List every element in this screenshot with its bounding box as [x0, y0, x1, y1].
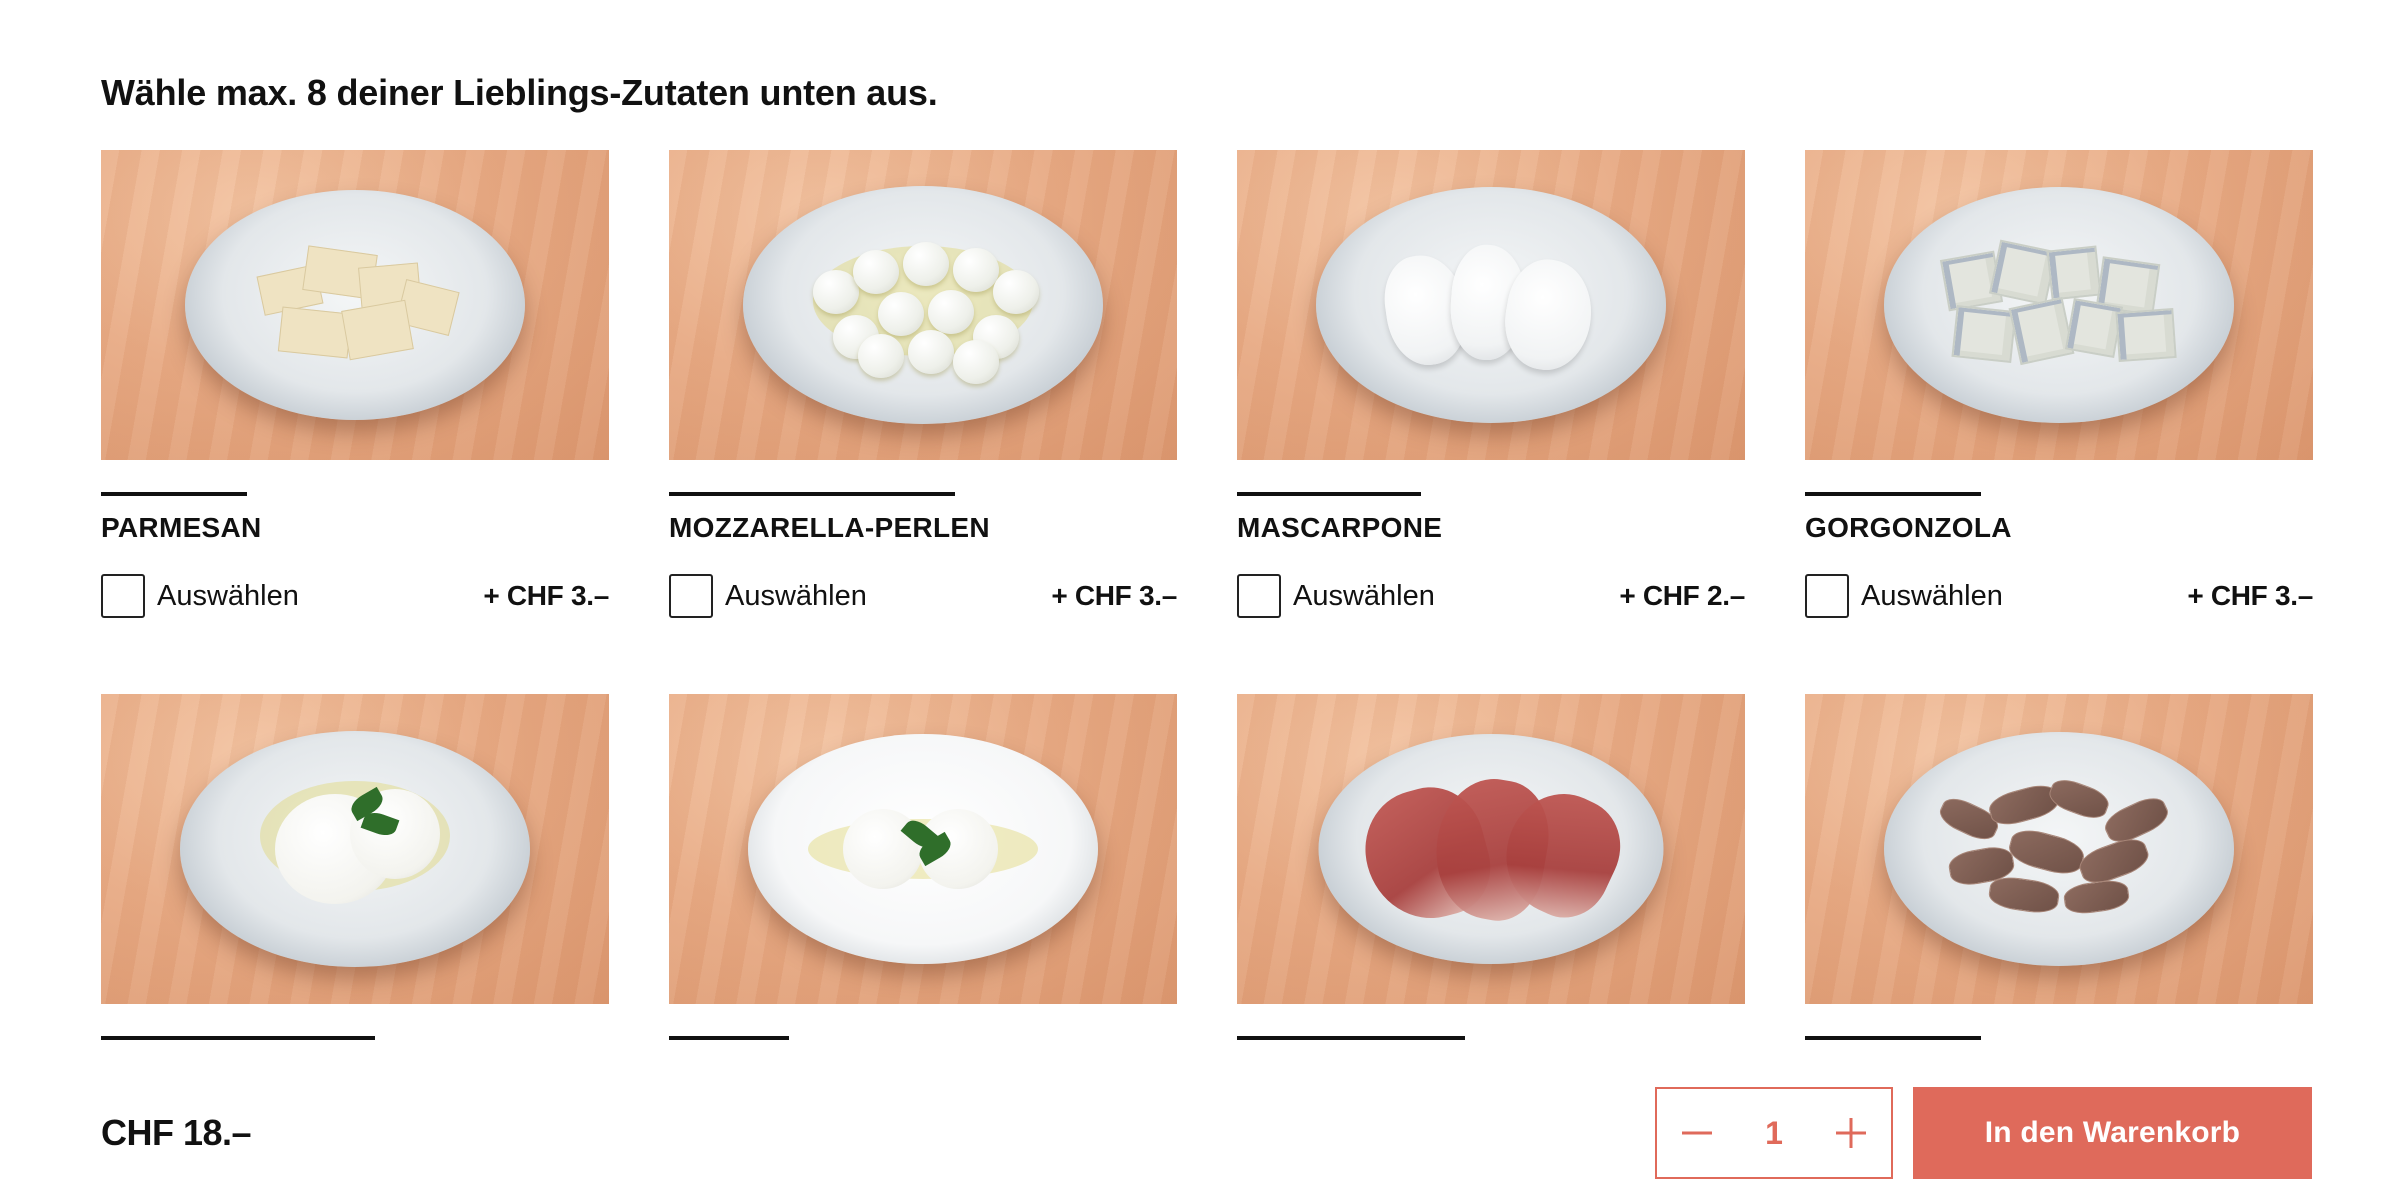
ingredient-card-veal [1805, 694, 2313, 1040]
title-rule [669, 1036, 789, 1040]
ingredient-photo [669, 694, 1177, 1004]
add-to-cart-button[interactable]: In den Warenkorb [1913, 1087, 2312, 1179]
ingredient-price: + CHF 3.– [1051, 580, 1177, 611]
ingredient-price: + CHF 3.– [2187, 580, 2313, 611]
select-label[interactable]: Auswählen [1861, 580, 2003, 613]
title-rule [1805, 1036, 1981, 1040]
select-row: Auswählen + CHF 2.– [1237, 574, 1745, 618]
title-rule [669, 492, 955, 496]
ingredient-photo [1237, 694, 1745, 1004]
ingredient-photo [1805, 694, 2313, 1004]
ingredient-name: MOZZARELLA-PERLEN [669, 512, 990, 543]
total-price: CHF 18.– [101, 1112, 252, 1153]
increment-button[interactable] [1811, 1089, 1891, 1177]
checkout-bar: CHF 18.– 1 In den Warenkorb [0, 1060, 2400, 1200]
ingredient-name: PARMESAN [101, 512, 262, 543]
page-heading: Wähle max. 8 deiner Lieblings-Zutaten un… [101, 72, 938, 113]
select-checkbox[interactable] [1805, 574, 1849, 618]
ingredient-price: + CHF 2.– [1619, 580, 1745, 611]
select-row: Auswählen + CHF 3.– [1805, 574, 2313, 618]
quantity-value[interactable]: 1 [1744, 1115, 1804, 1152]
ingredient-card-mascarpone: MASCARPONE Auswählen + CHF 2.– [1237, 150, 1745, 618]
ingredient-photo [669, 150, 1177, 460]
select-label[interactable]: Auswählen [1293, 580, 1435, 613]
select-checkbox[interactable] [101, 574, 145, 618]
title-rule [1805, 492, 1981, 496]
ingredient-price: + CHF 3.– [483, 580, 609, 611]
title-rule [1237, 1036, 1465, 1040]
select-label[interactable]: Auswählen [157, 580, 299, 613]
ingredient-card-prosciutto [1237, 694, 1745, 1040]
ingredient-selection-page: Wähle max. 8 deiner Lieblings-Zutaten un… [0, 0, 2400, 1200]
ingredient-card-gorgonzola: GORGONZOLA Auswählen + CHF 3.– [1805, 150, 2313, 618]
ingredient-name: MASCARPONE [1237, 512, 1443, 543]
title-rule [101, 492, 247, 496]
ingredient-card-burrata [669, 694, 1177, 1040]
ingredient-name: GORGONZOLA [1805, 512, 2012, 543]
ingredient-card-buffalo-mozzarella [101, 694, 609, 1040]
title-rule [101, 1036, 375, 1040]
select-checkbox[interactable] [1237, 574, 1281, 618]
decrement-button[interactable] [1657, 1089, 1737, 1177]
select-label[interactable]: Auswählen [725, 580, 867, 613]
ingredient-card-parmesan: PARMESAN Auswählen + CHF 3.– [101, 150, 609, 618]
title-rule [1237, 492, 1421, 496]
plus-icon [1836, 1118, 1866, 1148]
select-checkbox[interactable] [669, 574, 713, 618]
ingredient-photo [101, 150, 609, 460]
ingredient-card-mozzarella-perlen: MOZZARELLA-PERLEN Auswählen + CHF 3.– [669, 150, 1177, 618]
ingredient-photo [1237, 150, 1745, 460]
select-row: Auswählen + CHF 3.– [101, 574, 609, 618]
quantity-stepper: 1 [1655, 1087, 1893, 1179]
minus-icon [1682, 1131, 1712, 1135]
ingredient-photo [101, 694, 609, 1004]
select-row: Auswählen + CHF 3.– [669, 574, 1177, 618]
ingredient-photo [1805, 150, 2313, 460]
